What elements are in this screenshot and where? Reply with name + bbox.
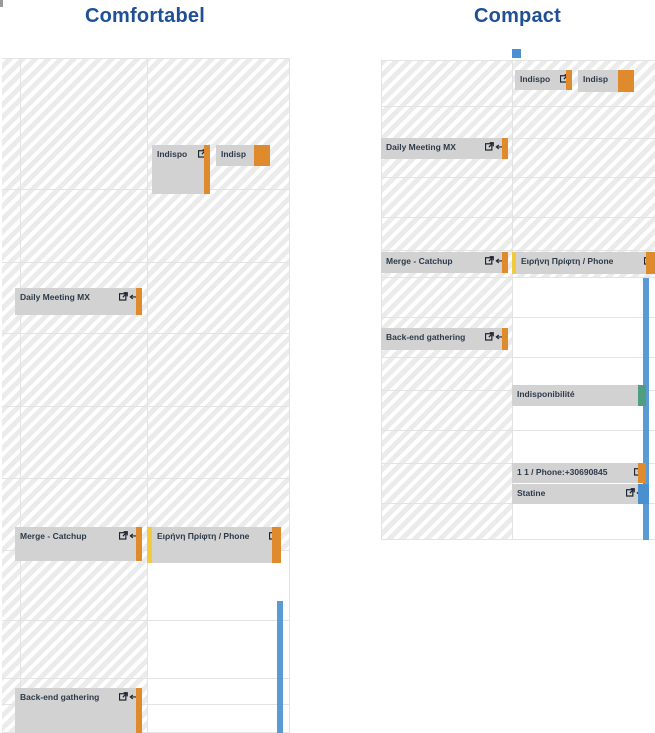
grid-line-h [2,333,290,334]
grid-line-h [381,317,655,318]
grid-line-v [147,58,148,733]
external-link-icon[interactable] [119,692,128,701]
grid-line-h [2,620,290,621]
calendar-comfortable[interactable]: Indispo Indisp Daily Meeting MX Merge - … [2,58,290,733]
event-accent-right [638,385,646,406]
event-title: Indispo [520,73,551,84]
event-block[interactable]: Ειρήνη Πρίφτη / Phone [512,252,655,274]
external-link-icon[interactable] [626,488,635,497]
event-title: Indispo [157,148,188,159]
event-accent-right [136,688,142,733]
event-accent-right [618,70,634,92]
event-block[interactable]: Back-end gathering [15,688,142,733]
event-accent-right [502,252,508,273]
grid-line-h [381,277,655,278]
grid-line-h [381,430,655,431]
event-block[interactable]: Daily Meeting MX [381,138,508,159]
event-accent-right [272,527,281,563]
event-accent-right [136,288,142,315]
event-accent-right [566,70,572,90]
event-title: Ειρήνη Πρίφτη / Phone [521,255,614,266]
grid-line-h [2,406,290,407]
calendar-compact[interactable]: Indispo Indisp Daily Meeting MX Merge - … [381,60,655,540]
grid-line-h [381,60,655,61]
grid-line-h [381,177,655,178]
busy-hatch-col1 [381,60,512,540]
event-accent-right [254,145,270,166]
event-block[interactable]: Indisponibilité [512,385,646,406]
grid-line-h [381,250,655,251]
event-accent-right [646,252,655,274]
busy-hatch-col2-top [147,58,290,550]
event-block[interactable]: Indispo [152,145,210,194]
busy-hatch-col2-top [512,60,655,277]
grid-line-v [289,58,290,733]
screenshot-root: Comfortabel Compact Indispo Indisp Daily… [0,0,655,733]
free-col2-bottom [147,550,290,733]
event-block[interactable]: Back-end gathering [381,328,508,350]
grid-line-h [2,262,290,263]
event-block[interactable]: Indispo [515,70,572,90]
external-link-icon[interactable] [485,332,494,341]
grid-line-h [381,106,655,107]
grid-line-h [381,217,655,218]
event-block[interactable]: Indisp [578,70,634,92]
event-block[interactable]: Ειρήνη Πρίφτη / Phone [147,527,281,563]
event-title: Merge - Catchup [386,255,453,266]
event-title: Indisp [583,73,609,84]
grid-line-h [2,189,290,190]
event-accent-right [502,138,508,159]
event-accent-left [147,527,152,563]
event-accent-left [512,252,516,274]
event-block[interactable]: Merge - Catchup [381,252,508,273]
event-block[interactable]: Merge - Catchup [15,527,142,561]
view-title-comfortable: Comfortabel [85,5,205,27]
grid-line-h [381,357,655,358]
event-title: 1 1 / Phone:+30690845 [517,466,608,477]
event-title: Back-end gathering [386,331,466,342]
all-day-blue-bar[interactable] [277,601,283,733]
grid-line-h [2,58,290,59]
view-title-compact: Compact [474,5,561,27]
external-link-icon[interactable] [119,292,128,301]
event-title: Daily Meeting MX [386,141,456,152]
event-title: Indisponibilité [517,388,575,399]
event-block[interactable]: Daily Meeting MX [15,288,142,315]
external-link-icon[interactable] [119,531,128,540]
event-block[interactable]: Indisp [216,145,270,166]
event-title: Daily Meeting MX [20,291,90,302]
event-accent-right [638,463,646,483]
busy-hatch-col1 [2,58,147,733]
event-accent-right [136,527,142,561]
column-marker-square[interactable] [512,49,521,58]
event-accent-right [502,328,508,350]
event-title: Merge - Catchup [20,530,87,541]
event-block[interactable]: 1 1 / Phone:+30690845 [512,463,646,483]
grid-line-h [2,678,290,679]
grid-line-h [381,539,655,540]
event-title: Statine [517,487,546,498]
event-title: Ειρήνη Πρίφτη / Phone [157,530,250,541]
grid-line-v [20,58,21,733]
event-accent-right [204,145,210,194]
event-title: Indisp [221,148,247,159]
event-block[interactable]: Statine [512,484,649,504]
grid-line-v [381,60,382,540]
event-title: Back-end gathering [20,691,100,702]
event-accent-right [638,484,649,504]
external-link-icon[interactable] [485,256,494,265]
grid-line-h [2,478,290,479]
external-link-icon[interactable] [485,142,494,151]
